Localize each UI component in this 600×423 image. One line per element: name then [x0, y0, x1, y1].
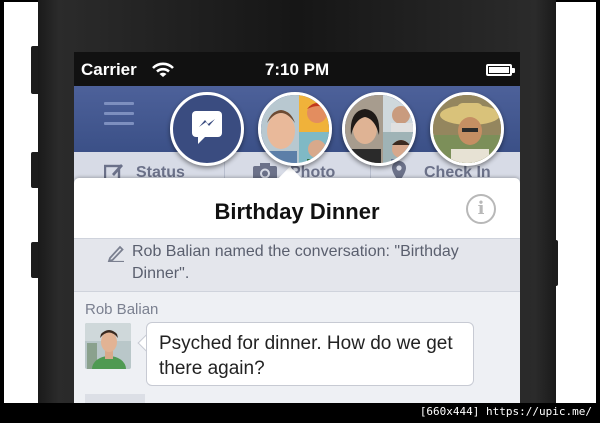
menu-line: [104, 102, 134, 105]
status-bar: Carrier 7:10 PM: [74, 52, 520, 86]
messenger-bubble-tail: [198, 136, 206, 144]
phone-screen: Carrier 7:10 PM Status Photo Check In Bi…: [74, 52, 520, 403]
messenger-chathead[interactable]: [170, 92, 244, 166]
battery-icon: [486, 64, 515, 76]
group-chathead-2[interactable]: [342, 92, 416, 166]
hamburger-menu-icon[interactable]: [104, 102, 134, 126]
frame-border-left: [0, 0, 4, 423]
status-time: 7:10 PM: [264, 60, 330, 79]
message-thread[interactable]: Rob Balian Psyched for dinner. How do we…: [74, 292, 520, 403]
battery-tip: [512, 68, 515, 73]
watermark-text: [660x444] https://upic.me/: [419, 405, 592, 418]
system-message: Rob Balian named the conversation: "Birt…: [132, 243, 459, 282]
message-sender-name: Rob Balian: [85, 301, 159, 318]
system-message-area: Rob Balian named the conversation: "Birt…: [74, 238, 520, 292]
messenger-icon: [192, 111, 222, 144]
contact-chathead[interactable]: [430, 92, 504, 166]
frame-border-right: [596, 0, 600, 423]
next-message-placeholder: [85, 394, 145, 403]
menu-line: [104, 112, 134, 115]
menu-line: [104, 122, 134, 125]
avatar-photo: [85, 323, 131, 369]
pencil-icon: [107, 245, 124, 262]
battery-fill: [489, 67, 509, 73]
phone-side-button: [552, 240, 558, 286]
message-bubble[interactable]: Psyched for dinner. How do we get there …: [146, 322, 474, 386]
avatar[interactable]: [85, 323, 131, 369]
conversation-title: Birthday Dinner: [214, 199, 380, 224]
info-icon[interactable]: i: [466, 194, 496, 224]
lightning-bolt-icon: [199, 119, 215, 127]
group-chathead-1[interactable]: [258, 92, 332, 166]
